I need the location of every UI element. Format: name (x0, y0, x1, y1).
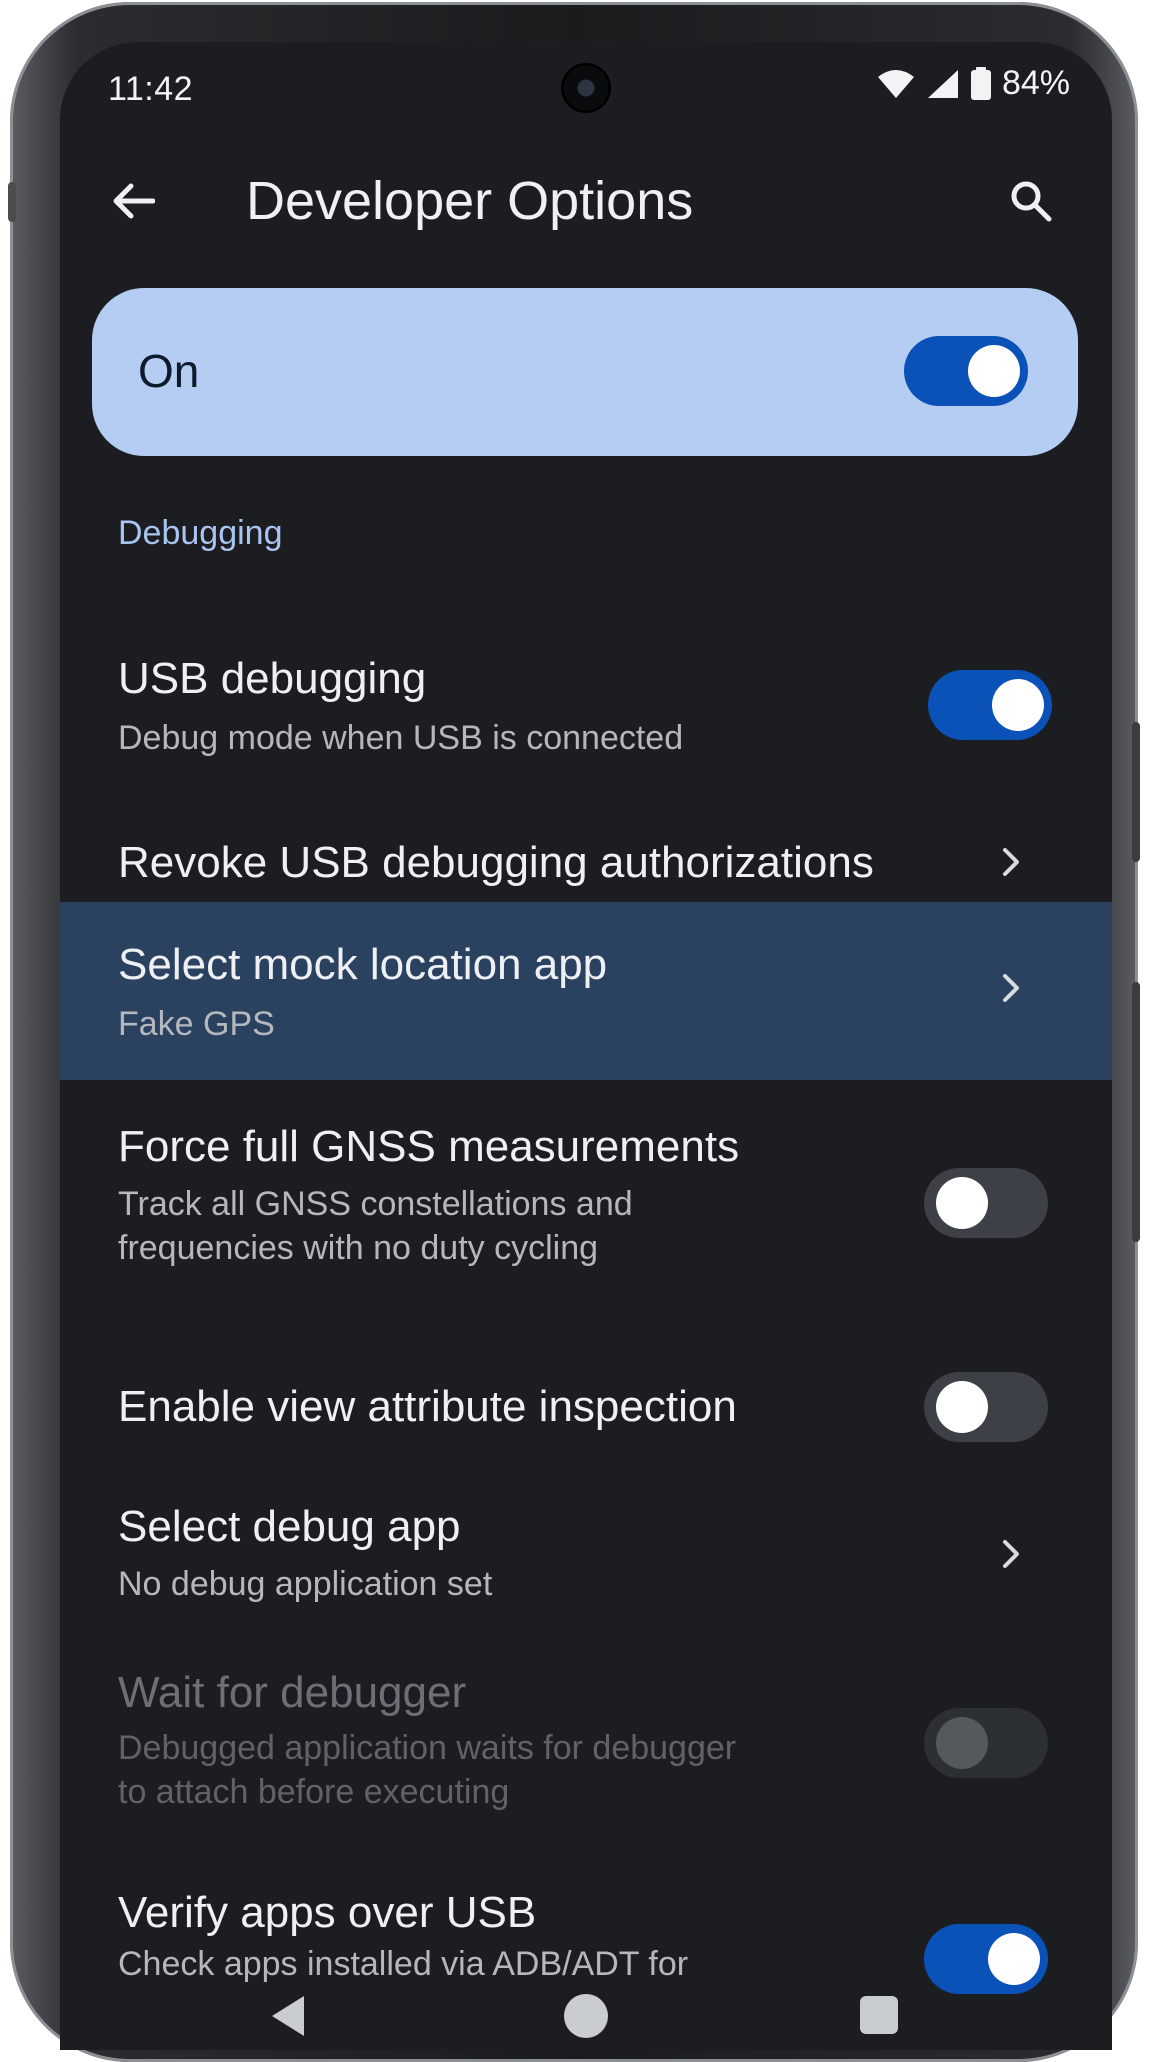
setting-title: Verify apps over USB (118, 1888, 537, 1937)
page-title: Developer Options (246, 171, 694, 231)
setting-title: Force full GNSS measurements (118, 1122, 740, 1171)
setting-title: Select debug app (118, 1502, 461, 1551)
usb-debugging-toggle[interactable] (928, 670, 1052, 740)
power-button (1132, 722, 1140, 862)
battery-icon (970, 66, 992, 101)
setting-subtitle-line-1: Debugged application waits for debugger (118, 1729, 737, 1767)
back-button[interactable] (98, 168, 168, 238)
view-attribute-toggle[interactable] (924, 1372, 1048, 1442)
phone-frame: 11:42 84% Developer Options On Debugging… (8, 2, 1140, 2062)
setting-usb-debugging[interactable]: USB debugging Debug mode when USB is con… (60, 638, 1112, 788)
battery-percent: 84% (1001, 64, 1070, 102)
master-switch-label: On (138, 345, 200, 397)
chevron-right-icon (996, 1534, 1026, 1574)
search-icon (1009, 179, 1053, 228)
developer-options-master-switch[interactable]: On (92, 288, 1078, 456)
setting-select-debug-app[interactable]: Select debug app No debug application se… (60, 1502, 1112, 1642)
setting-title: Enable view attribute inspection (118, 1382, 737, 1431)
toggle-thumb (968, 345, 1020, 397)
frame-left-edge (8, 182, 16, 222)
nav-recents-icon[interactable] (860, 1996, 898, 2034)
toggle-thumb (936, 1177, 988, 1229)
setting-subtitle-line-1: Track all GNSS constellations and (118, 1185, 633, 1223)
section-header-debugging: Debugging (118, 514, 283, 552)
master-toggle[interactable] (904, 336, 1028, 406)
front-camera (564, 66, 608, 110)
chevron-right-icon (996, 968, 1026, 1008)
gnss-toggle[interactable] (924, 1168, 1048, 1238)
chevron-right-icon (996, 842, 1026, 882)
navigation-bar (60, 1982, 1112, 2050)
setting-select-mock-location-app[interactable]: Select mock location app Fake GPS (60, 902, 1112, 1080)
wifi-icon (876, 68, 916, 100)
setting-subtitle-line-2: to attach before executing (118, 1773, 510, 1811)
setting-subtitle: No debug application set (118, 1565, 493, 1603)
nav-back-icon[interactable] (270, 1994, 306, 2043)
setting-title: USB debugging (118, 654, 427, 703)
setting-view-attribute-inspection[interactable]: Enable view attribute inspection (60, 1372, 1112, 1472)
toggle-thumb (936, 1381, 988, 1433)
setting-subtitle: Check apps installed via ADB/ADT for (118, 1945, 689, 1983)
setting-title: Select mock location app (118, 940, 608, 989)
screen: 11:42 84% Developer Options On Debugging… (60, 42, 1112, 2050)
signal-icon (926, 68, 960, 100)
toggle-thumb (988, 1933, 1040, 1985)
arrow-back-icon (111, 181, 156, 226)
search-button[interactable] (996, 168, 1066, 238)
toggle-thumb (936, 1717, 988, 1769)
setting-wait-for-debugger: Wait for debugger Debugged application w… (60, 1668, 1112, 1868)
setting-force-full-gnss[interactable]: Force full GNSS measurements Track all G… (60, 1122, 1112, 1322)
toggle-thumb (992, 679, 1044, 731)
wait-for-debugger-toggle (924, 1708, 1048, 1778)
volume-button (1132, 982, 1140, 1242)
setting-subtitle: Fake GPS (118, 1005, 275, 1043)
setting-title: Wait for debugger (118, 1668, 467, 1717)
setting-title: Revoke USB debugging authorizations (118, 838, 874, 887)
setting-subtitle-line-2: frequencies with no duty cycling (118, 1229, 599, 1267)
setting-subtitle: Debug mode when USB is connected (118, 719, 684, 757)
nav-home-icon[interactable] (564, 1994, 608, 2038)
status-icons: 84% (876, 64, 1070, 103)
status-time: 11:42 (108, 70, 194, 108)
